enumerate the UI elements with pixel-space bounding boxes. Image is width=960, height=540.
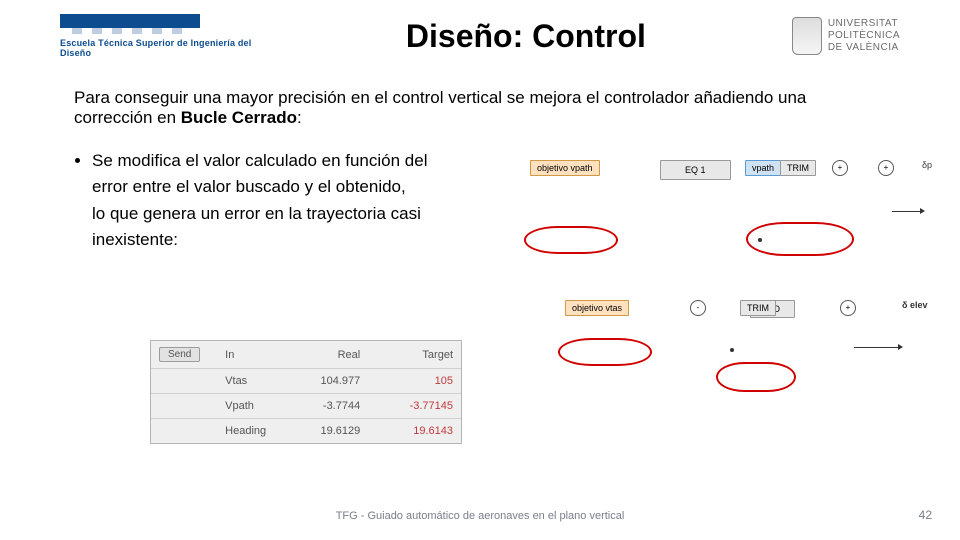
output-dp: δp — [922, 160, 932, 170]
footer-text: TFG - Guiado automático de aeronaves en … — [0, 510, 960, 522]
intro-paragraph: Para conseguir una mayor precisión en el… — [0, 58, 960, 128]
block-trim2: TRIM — [740, 300, 776, 316]
slide-title: Diseño: Control — [260, 18, 792, 55]
logo-etsid: Escuela Técnica Superior de Ingeniería d… — [60, 14, 260, 58]
block-vpath: vpath — [745, 160, 781, 176]
table-row: Vtas 104.977 105 — [151, 369, 461, 394]
send-button[interactable]: Send — [159, 347, 200, 362]
results-table: Send In Real Target Vtas 104.977 105 Vpa… — [150, 340, 462, 444]
table-header-row: Send In Real Target — [151, 341, 461, 369]
slide-header: Escuela Técnica Superior de Ingeniería d… — [0, 0, 960, 58]
table-row: Heading 19.6129 19.6143 — [151, 419, 461, 444]
block-trim: TRIM — [780, 160, 816, 176]
block-eq1: EQ 1 — [660, 160, 731, 180]
output-elev: δ elev — [902, 300, 927, 310]
logo-etsid-text: Escuela Técnica Superior de Ingeniería d… — [60, 38, 260, 58]
block-diagram-dp: vtas h vpath objetivo vtas objetivo vpat… — [530, 160, 930, 270]
logo-upv: UNIVERSITAT POLITÈCNICA DE VALÈNCIA — [792, 17, 900, 55]
block-obj-vtas2: objetivo vtas — [565, 300, 629, 316]
page-number: 42 — [919, 508, 932, 522]
table-row: Vpath -3.7744 -3.77145 — [151, 394, 461, 419]
bullet-text: Se modifica el valor calculado en funció… — [74, 148, 494, 253]
block-obj-vpath: objetivo vpath — [530, 160, 600, 176]
block-diagram-elev: vtas objetivo vtas - PID TRIM + δ elev — [530, 300, 930, 395]
shield-icon — [792, 17, 822, 55]
